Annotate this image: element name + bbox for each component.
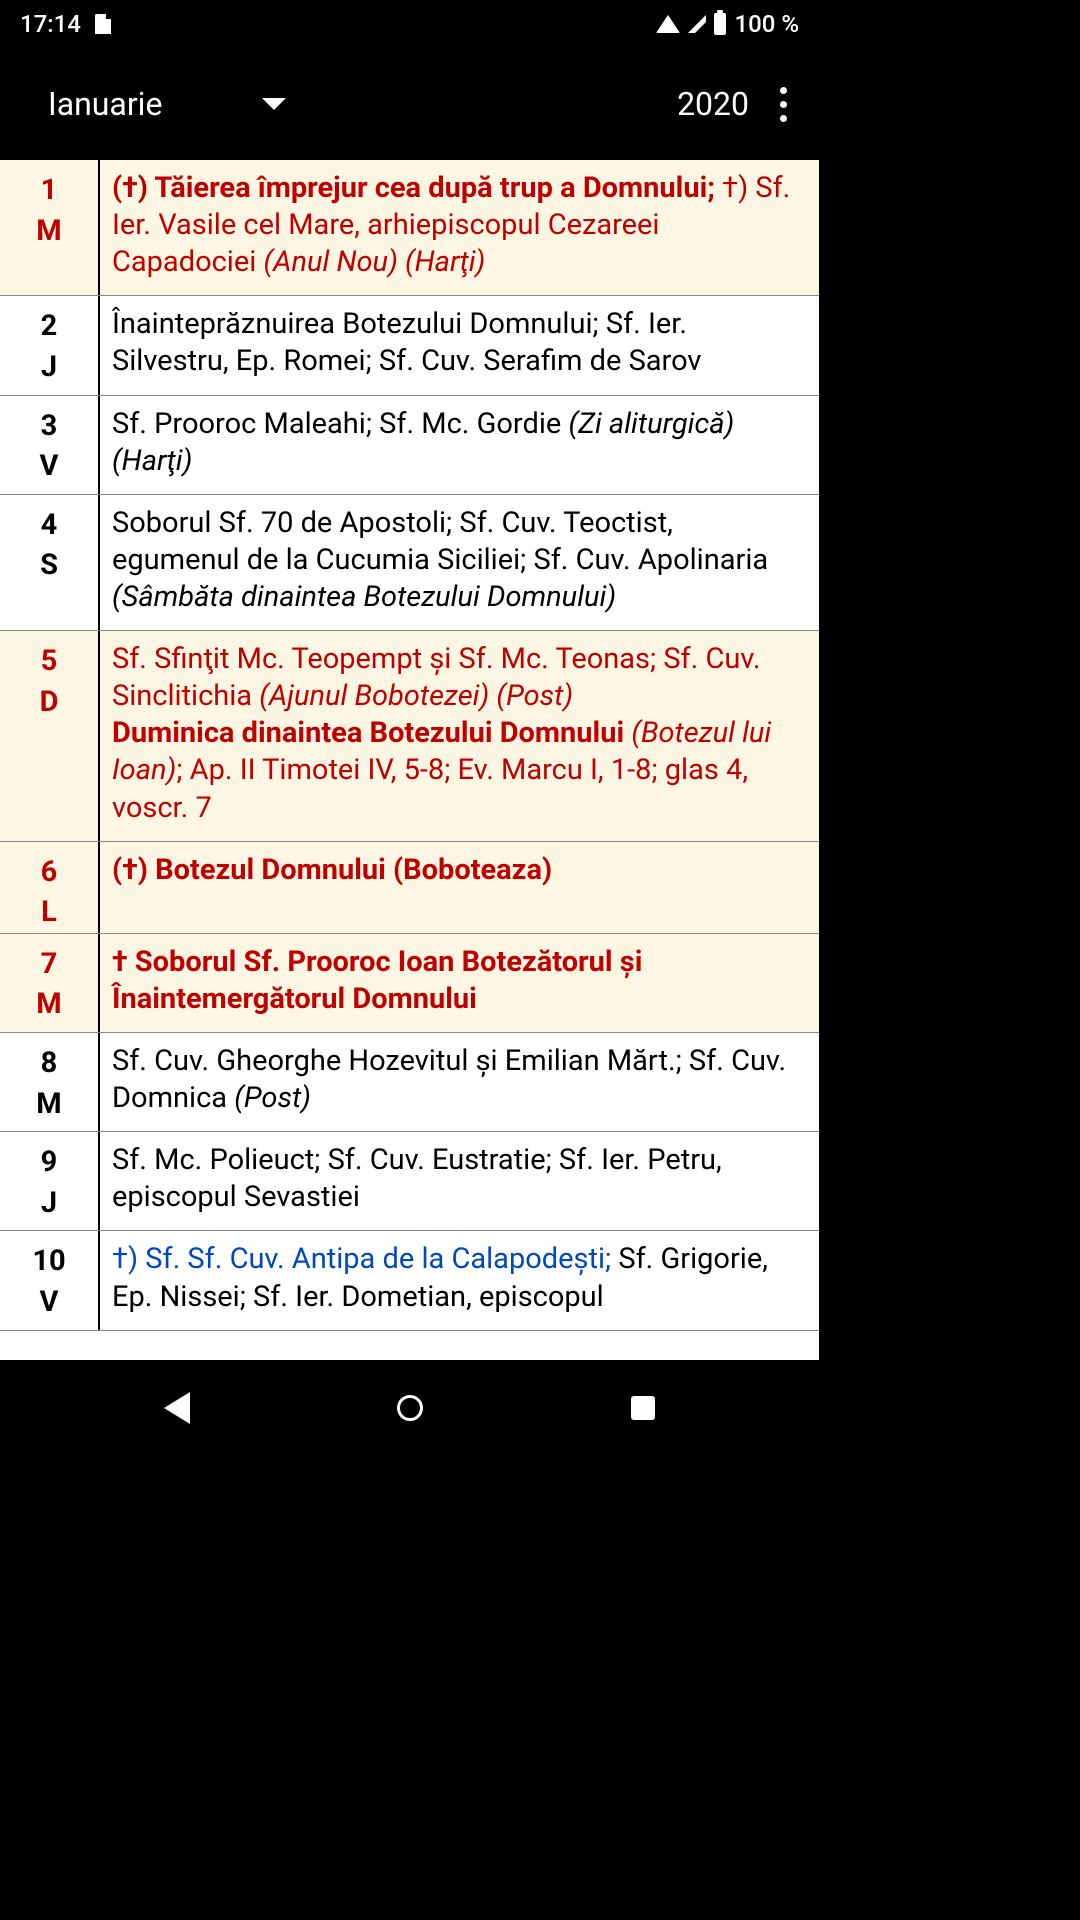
- year-label[interactable]: 2020: [677, 85, 767, 123]
- day-row[interactable]: 4SSoborul Sf. 70 de Apostoli; Sf. Cuv. T…: [0, 495, 819, 631]
- day-abbr: M: [36, 984, 61, 1025]
- day-number: 4: [41, 505, 58, 546]
- day-abbr: J: [41, 1183, 57, 1224]
- wifi-icon: [656, 15, 680, 33]
- chevron-down-icon: [262, 98, 286, 110]
- more-menu-button[interactable]: [767, 87, 799, 122]
- month-dropdown[interactable]: Ianuarie: [48, 85, 286, 123]
- day-content: Sf. Cuv. Gheorghe Hozevitul și Emilian M…: [100, 1033, 819, 1131]
- day-row[interactable]: 9JSf. Mc. Polieuct; Sf. Cuv. Eustratie; …: [0, 1132, 819, 1231]
- day-row[interactable]: 8MSf. Cuv. Gheorghe Hozevitul și Emilian…: [0, 1033, 819, 1132]
- day-content: (†) Tăierea împrejur cea după trup a Dom…: [100, 160, 819, 295]
- date-column: 2J: [0, 296, 100, 394]
- day-abbr: M: [36, 1084, 61, 1125]
- day-content: Sf. Mc. Polieuct; Sf. Cuv. Eustratie; Sf…: [100, 1132, 819, 1230]
- day-number: 3: [41, 406, 58, 447]
- text-segment: Sf. Cuv. Gheorghe Hozevitul și Emilian M…: [112, 1044, 786, 1115]
- day-number: 5: [41, 641, 58, 682]
- nav-home-button[interactable]: [397, 1395, 423, 1421]
- battery-icon: [714, 13, 726, 35]
- text-segment: (Ajunul Bobotezei) (Post): [259, 679, 573, 713]
- day-number: 2: [41, 306, 58, 347]
- day-abbr: J: [41, 347, 57, 388]
- day-content: † Soborul Sf. Prooroc Ioan Botezătorul ș…: [100, 934, 819, 1032]
- day-number: 9: [41, 1142, 58, 1183]
- date-column: 7M: [0, 934, 100, 1032]
- nav-back-button[interactable]: [164, 1392, 190, 1424]
- status-time: 17:14: [20, 10, 81, 38]
- date-column: 1M: [0, 160, 100, 295]
- day-number: 7: [41, 944, 58, 985]
- status-bar: 17:14 100 %: [0, 0, 819, 48]
- day-abbr: L: [41, 892, 57, 933]
- day-abbr: V: [40, 1282, 59, 1323]
- day-number: 8: [41, 1043, 58, 1084]
- day-content: Sf. Prooroc Maleahi; Sf. Mc. Gordie (Zi …: [100, 396, 819, 494]
- day-row[interactable]: 2JÎnainteprăznuirea Botezului Domnului; …: [0, 296, 819, 395]
- day-row[interactable]: 10V †) Sf. Sf. Cuv. Antipa de la Calapode…: [0, 1231, 819, 1330]
- text-segment: (Post): [234, 1081, 311, 1115]
- date-column: 8M: [0, 1033, 100, 1131]
- date-column: 3V: [0, 396, 100, 494]
- text-segment: Sf. Prooroc Maleahi; Sf. Mc. Gordie: [112, 407, 568, 441]
- date-column: 9J: [0, 1132, 100, 1230]
- text-segment: (†) Tăierea împrejur cea după trup a Dom…: [112, 171, 722, 205]
- day-number: 10: [32, 1241, 65, 1282]
- dots-icon: [780, 87, 787, 94]
- date-column: 5D: [0, 631, 100, 841]
- date-column: 4S: [0, 495, 100, 630]
- signal-icon: [688, 15, 706, 33]
- text-segment: Înainteprăznuirea Botezului Domnului; Sf…: [112, 307, 701, 378]
- month-label: Ianuarie: [48, 85, 162, 123]
- text-segment: ; Ap. II Timotei IV, 5-8; Ev. Marcu I, 1…: [112, 753, 748, 824]
- day-abbr: S: [40, 545, 58, 586]
- day-number: 1: [41, 170, 58, 211]
- text-segment: (Sâmbăta dinaintea Botezului Domnului): [112, 580, 616, 614]
- text-segment: † Soborul Sf. Prooroc Ioan Botezătorul ș…: [112, 945, 642, 1016]
- calendar-list[interactable]: 1M(†) Tăierea împrejur cea după trup a D…: [0, 160, 819, 1360]
- day-row[interactable]: 1M (†) Tăierea împrejur cea după trup a D…: [0, 160, 819, 296]
- day-abbr: V: [40, 446, 59, 487]
- text-segment: (Anul Nou) (Harţi): [263, 245, 485, 279]
- text-segment: Soborul Sf. 70 de Apostoli; Sf. Cuv. Teo…: [112, 506, 768, 577]
- day-content: (†) Botezul Domnului (Boboteaza): [100, 842, 819, 933]
- day-row[interactable]: 3VSf. Prooroc Maleahi; Sf. Mc. Gordie (Z…: [0, 396, 819, 495]
- text-segment: Duminica dinaintea Botezului Domnului: [112, 716, 631, 750]
- date-column: 10V: [0, 1231, 100, 1329]
- date-column: 6L: [0, 842, 100, 933]
- day-row[interactable]: 6L (†) Botezul Domnului (Boboteaza): [0, 842, 819, 934]
- text-segment: †) Sf. Sf. Cuv. Antipa de la Calapodești…: [112, 1242, 618, 1276]
- nav-recent-button[interactable]: [631, 1396, 655, 1420]
- day-content: †) Sf. Sf. Cuv. Antipa de la Calapodești…: [100, 1231, 819, 1329]
- day-content: Sf. Sfinţit Mc. Teopempt și Sf. Mc. Teon…: [100, 631, 819, 841]
- day-content: Înainteprăznuirea Botezului Domnului; Sf…: [100, 296, 819, 394]
- day-row[interactable]: 7M† Soborul Sf. Prooroc Ioan Botezătorul…: [0, 934, 819, 1033]
- app-bar: Ianuarie 2020: [0, 48, 819, 160]
- day-content: Soborul Sf. 70 de Apostoli; Sf. Cuv. Teo…: [100, 495, 819, 630]
- day-abbr: M: [36, 211, 61, 252]
- sd-card-icon: [95, 14, 111, 34]
- android-nav-bar: [0, 1360, 819, 1456]
- day-number: 6: [41, 852, 58, 893]
- text-segment: Sf. Mc. Polieuct; Sf. Cuv. Eustratie; Sf…: [112, 1143, 722, 1214]
- day-abbr: D: [40, 682, 59, 723]
- battery-text: 100 %: [734, 10, 799, 38]
- day-row[interactable]: 5DSf. Sfinţit Mc. Teopempt și Sf. Mc. Te…: [0, 631, 819, 842]
- text-segment: (†) Botezul Domnului (Boboteaza): [112, 853, 552, 887]
